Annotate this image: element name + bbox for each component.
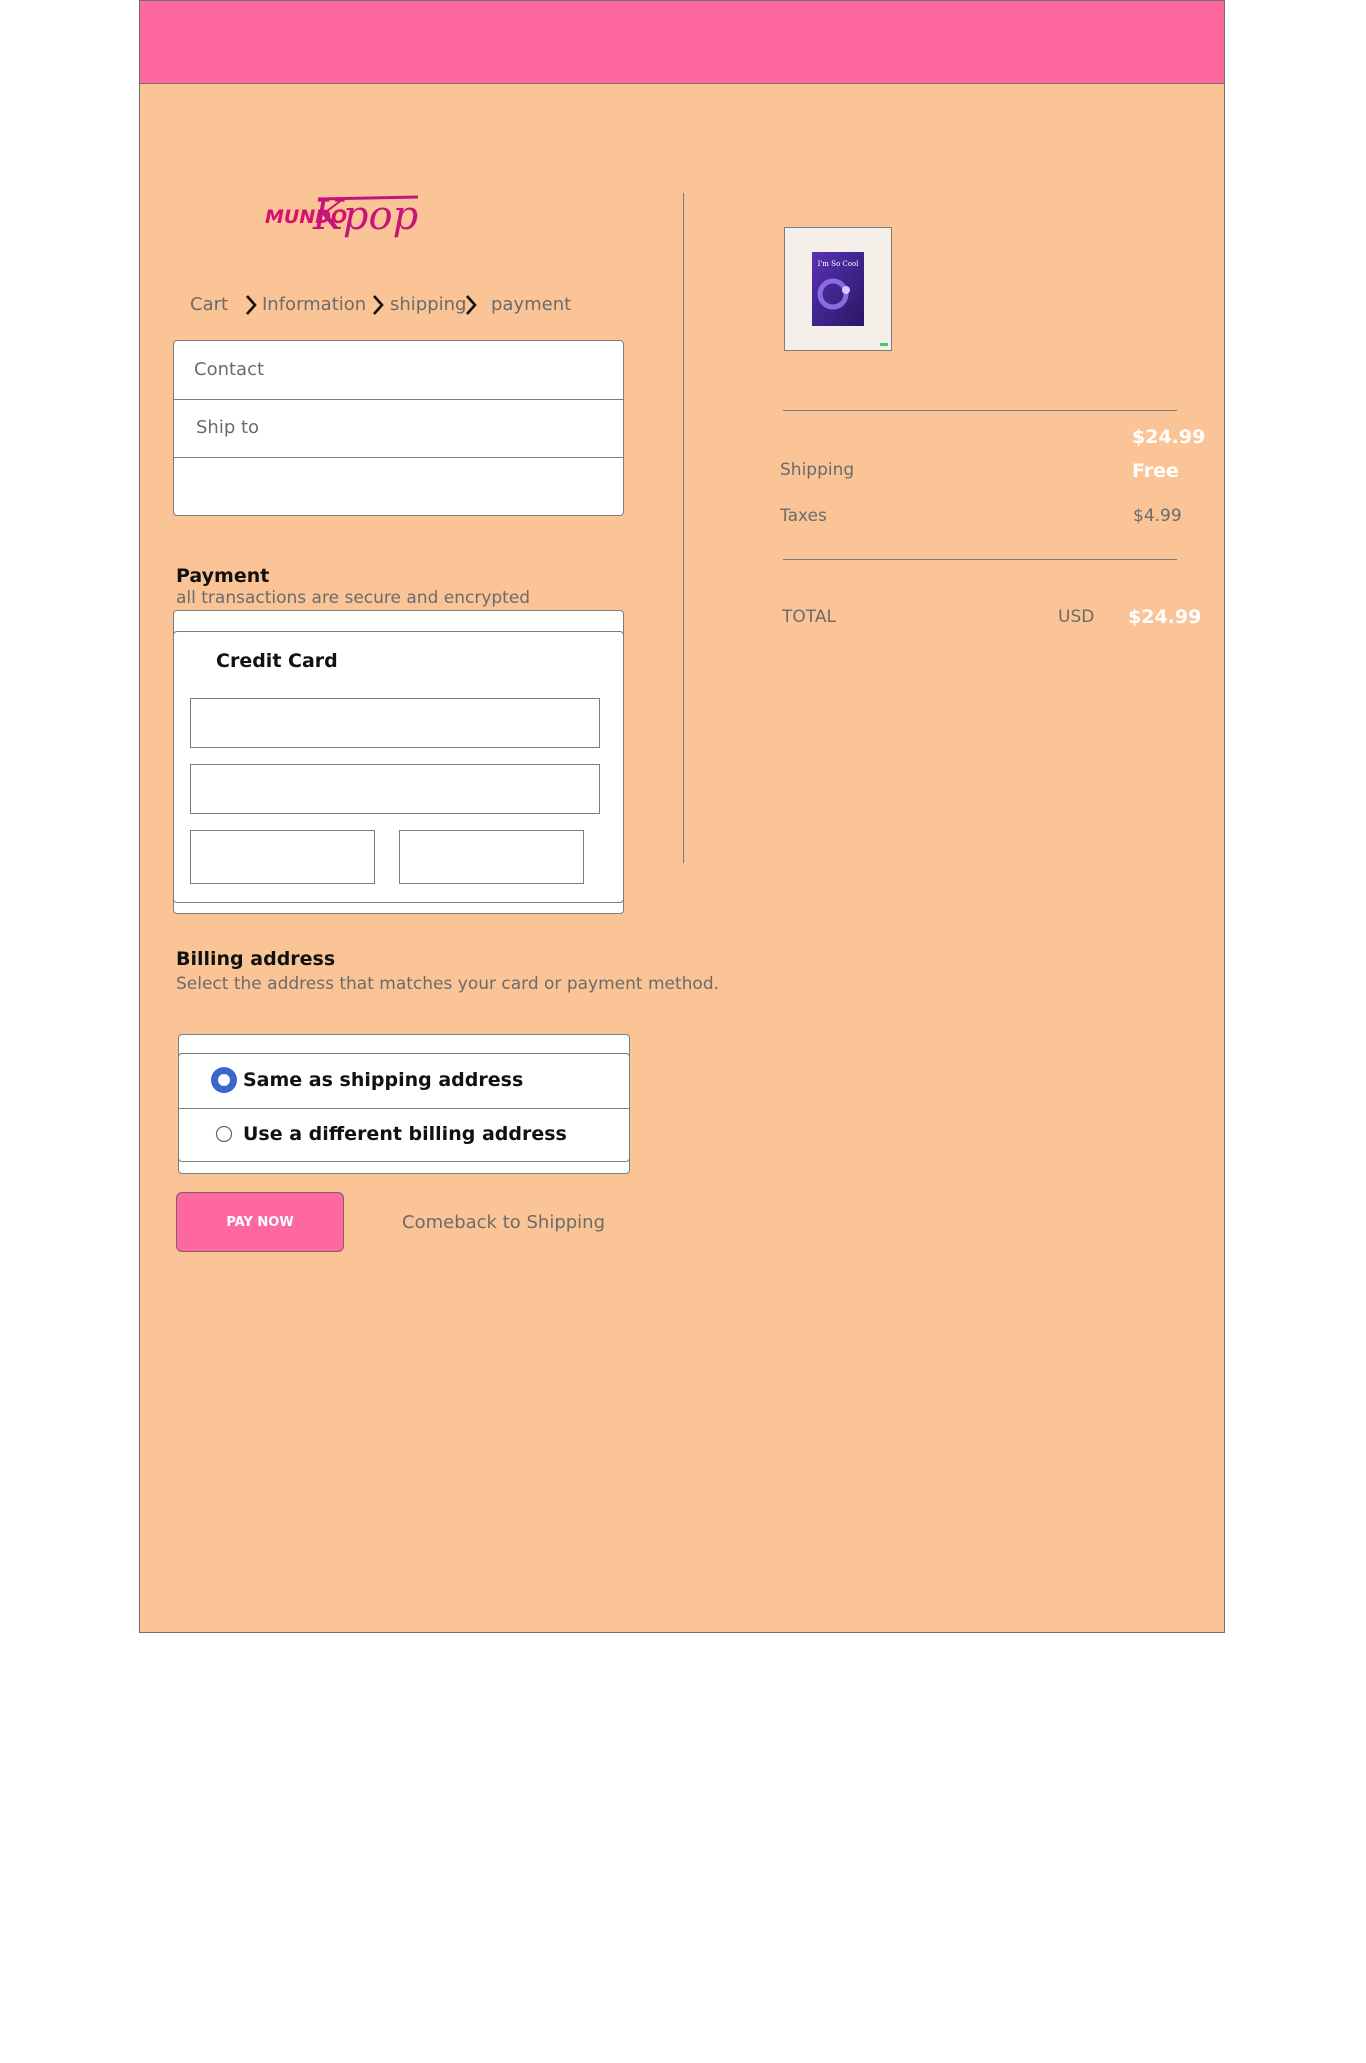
breadcrumb-shipping[interactable]: shipping: [390, 294, 466, 315]
column-divider: [683, 193, 684, 863]
mundo-kpop-logo[interactable]: MUNDO Kpop: [263, 189, 423, 247]
card-number-field[interactable]: [190, 698, 600, 748]
payment-subtitle: all transactions are secure and encrypte…: [176, 588, 531, 608]
chevron-right-icon: [246, 295, 257, 315]
billing-option-same[interactable]: Same as shipping address: [179, 1054, 629, 1108]
product-image: I'm So Cool: [812, 252, 888, 346]
checkout-page: MUNDO Kpop Cart Information shipping pay…: [139, 0, 1225, 1633]
credit-card-form: Credit Card: [173, 631, 624, 903]
contact-shipping-summary: Contact Ship to: [173, 340, 624, 516]
product-cover-text: I'm So Cool: [818, 260, 860, 268]
top-header-bar: [140, 1, 1224, 84]
divider: [174, 457, 623, 458]
total-label: TOTAL: [782, 607, 836, 627]
shipping-value: Free: [1132, 460, 1179, 482]
breadcrumb-cart[interactable]: Cart: [190, 294, 228, 315]
contact-label: Contact: [194, 359, 265, 380]
pay-now-button[interactable]: PAY NOW: [176, 1192, 344, 1252]
summary-divider-top: [783, 410, 1177, 411]
product-thumbnail[interactable]: I'm So Cool: [784, 227, 892, 351]
subtotal-value: $24.99: [1132, 426, 1206, 448]
summary-divider-bottom: [783, 559, 1177, 560]
divider: [174, 399, 623, 400]
chevron-right-icon: [466, 295, 477, 315]
ship-to-label: Ship to: [196, 417, 260, 438]
shipping-label: Shipping: [780, 460, 855, 480]
comeback-to-shipping-link[interactable]: Comeback to Shipping: [402, 1212, 605, 1233]
billing-title: Billing address: [176, 948, 336, 970]
currency-label: USD: [1058, 607, 1095, 627]
billing-option-same-label: Same as shipping address: [243, 1069, 524, 1091]
card-name-field[interactable]: [190, 764, 600, 814]
credit-card-label: Credit Card: [216, 650, 338, 672]
taxes-label: Taxes: [780, 506, 827, 526]
radio-unselected-icon[interactable]: [215, 1125, 233, 1143]
billing-subtitle: Select the address that matches your car…: [176, 974, 720, 994]
card-expiry-field[interactable]: [190, 830, 375, 884]
breadcrumb-information[interactable]: Information: [262, 294, 366, 315]
total-value: $24.99: [1128, 606, 1202, 628]
payment-title: Payment: [176, 565, 270, 587]
chevron-right-icon: [373, 295, 384, 315]
billing-option-different[interactable]: Use a different billing address: [179, 1109, 629, 1163]
radio-selected-icon[interactable]: [209, 1065, 239, 1095]
breadcrumb-payment: payment: [491, 294, 572, 315]
billing-option-different-label: Use a different billing address: [243, 1123, 567, 1145]
taxes-value: $4.99: [1133, 506, 1182, 526]
billing-options-list: Same as shipping address Use a different…: [178, 1053, 630, 1162]
card-cvv-field[interactable]: [399, 830, 584, 884]
